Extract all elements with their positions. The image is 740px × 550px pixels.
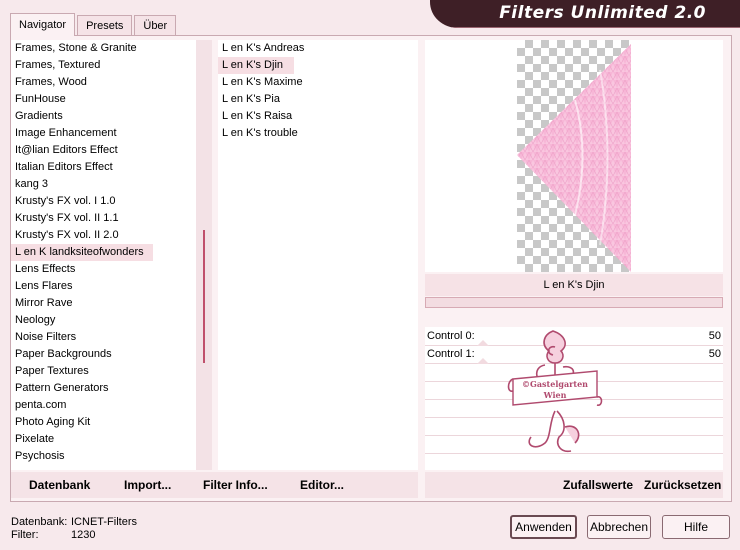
banner-stripe	[430, 27, 740, 28]
category-item[interactable]: Frames, Textured	[11, 57, 100, 74]
category-item[interactable]: Paper Backgrounds	[11, 346, 112, 363]
category-list[interactable]: Frames, Stone & Granite Frames, Textured F…	[11, 40, 196, 470]
watermark-logo: ©Gastelgarten Wien	[507, 330, 603, 453]
import-button[interactable]: Import...	[124, 472, 171, 498]
category-item[interactable]: Mirror Rave	[11, 295, 72, 312]
category-item[interactable]: Photo Aging Kit	[11, 414, 90, 431]
reset-button[interactable]: Zurücksetzen	[644, 472, 721, 498]
editor-button[interactable]: Editor...	[300, 472, 344, 498]
right-action-bar: Zufallswerte Zurücksetzen	[425, 472, 723, 498]
left-action-bar: Datenbank Import... Filter Info... Edito…	[11, 472, 418, 498]
category-item[interactable]: Neology	[11, 312, 55, 329]
category-item[interactable]: Italian Editors Effect	[11, 159, 113, 176]
scrollbar-thumb[interactable]	[203, 230, 205, 363]
category-item[interactable]: Lens Flares	[11, 278, 72, 295]
app-title: Filters Unlimited 2.0	[499, 3, 706, 23]
database-button[interactable]: Datenbank	[29, 472, 90, 498]
control-1-label: Control 1:	[427, 348, 475, 360]
control-0-label: Control 0:	[427, 330, 475, 342]
category-item[interactable]: Krusty's FX vol. II 1.1	[11, 210, 119, 227]
category-item[interactable]: Frames, Stone & Granite	[11, 40, 137, 57]
filter-item[interactable]: L en K's trouble	[218, 125, 298, 142]
status-filter-value: 1230	[71, 529, 96, 541]
category-item[interactable]: Frames, Wood	[11, 74, 87, 91]
category-item[interactable]: Krusty's FX vol. I 1.0	[11, 193, 116, 210]
control-0-value: 50	[708, 330, 721, 342]
filter-list[interactable]: L en K's Andreas L en K's Djin L en K's Ma…	[218, 40, 418, 470]
filter-item[interactable]: L en K's Raisa	[218, 108, 292, 125]
category-item[interactable]: Gradients	[11, 108, 63, 125]
category-item[interactable]: FunHouse	[11, 91, 66, 108]
preview-pane	[425, 40, 723, 272]
title-banner: Filters Unlimited 2.0	[430, 0, 740, 28]
preview-image	[517, 44, 631, 272]
tab-navigator[interactable]: Navigator	[10, 13, 76, 36]
selected-filter-name: L en K's Djin	[425, 274, 723, 296]
help-button[interactable]: Hilfe	[662, 515, 730, 539]
category-item[interactable]: Krusty's FX vol. II 2.0	[11, 227, 119, 244]
category-item[interactable]: Lens Effects	[11, 261, 75, 278]
status-filter: Filter: 1230	[11, 529, 95, 541]
category-item[interactable]: kang 3	[11, 176, 48, 193]
category-item[interactable]: Pattern Generators	[11, 380, 109, 397]
category-item[interactable]: Pixelate	[11, 431, 54, 448]
tab-about[interactable]: Über	[134, 15, 177, 36]
cancel-button[interactable]: Abbrechen	[587, 515, 651, 539]
tab-presets[interactable]: Presets	[77, 15, 133, 36]
category-item[interactable]: Psychosis	[11, 448, 65, 465]
slider-marker	[477, 358, 489, 364]
apply-button[interactable]: Anwenden	[510, 515, 577, 539]
category-item[interactable]: It@lian Editors Effect	[11, 142, 118, 159]
filter-item[interactable]: L en K's Maxime	[218, 74, 303, 91]
filter-item[interactable]: L en K's Andreas	[218, 40, 304, 57]
status-filter-label: Filter:	[11, 529, 39, 541]
status-db-label: Datenbank:	[11, 516, 68, 528]
status-database: Datenbank: ICNET-Filters	[11, 516, 137, 528]
watermark-text-2: Wien	[543, 390, 567, 400]
filter-item[interactable]: L en K's Djin	[218, 57, 294, 74]
controls-area: Control 0: 50 Control 1: 50 ©Gastelgarte…	[425, 327, 723, 470]
category-item[interactable]: Noise Filters	[11, 329, 76, 346]
category-item[interactable]: Paper Textures	[11, 363, 89, 380]
tab-bar: Navigator Presets Über	[10, 13, 178, 36]
category-scrollbar[interactable]	[196, 40, 212, 470]
watermark-text-1: ©Gastelgarten	[522, 379, 588, 389]
control-1-value: 50	[708, 348, 721, 360]
status-db-value: ICNET-Filters	[71, 516, 137, 528]
category-item[interactable]: L en K landksiteofwonders	[11, 244, 153, 261]
category-item[interactable]: penta.com	[11, 397, 66, 414]
category-item[interactable]: Image Enhancement	[11, 125, 117, 142]
filter-info-button[interactable]: Filter Info...	[203, 472, 268, 498]
progress-bar	[425, 297, 723, 308]
random-values-button[interactable]: Zufallswerte	[563, 472, 633, 498]
filter-item[interactable]: L en K's Pia	[218, 91, 280, 108]
